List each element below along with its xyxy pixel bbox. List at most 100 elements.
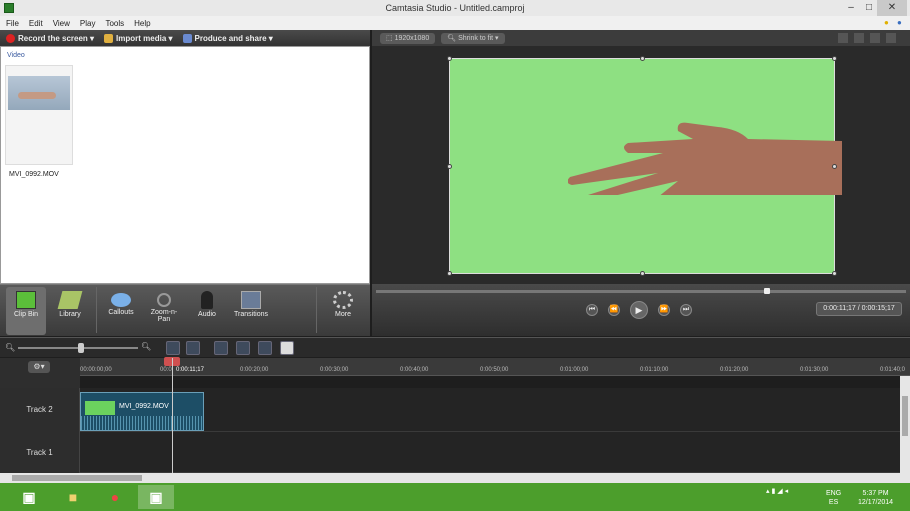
video-canvas[interactable] bbox=[447, 56, 842, 276]
zoom-slider[interactable] bbox=[18, 343, 138, 353]
tool-tabs: Clip Bin Library Callouts Zoom-n-Pan Aud… bbox=[0, 284, 370, 336]
magnifier-icon: 🔍︎ bbox=[447, 34, 459, 42]
gear-icon[interactable]: ⚙▾ bbox=[28, 361, 50, 373]
player-controls: ⏮ ⏪ ▶ ⏩ ⏭ 0:00:11;17 / 0:00:15;17 bbox=[372, 284, 910, 336]
playhead-line[interactable] bbox=[172, 358, 173, 473]
resize-handle[interactable] bbox=[447, 271, 452, 276]
crop-icon[interactable] bbox=[870, 33, 880, 43]
tab-library[interactable]: Library bbox=[52, 287, 88, 335]
track-1-label[interactable]: Track 1 bbox=[0, 432, 80, 473]
detach-icon[interactable] bbox=[838, 33, 848, 43]
vertical-scrollbar-thumb[interactable] bbox=[902, 396, 908, 436]
split-button[interactable] bbox=[236, 341, 250, 355]
resize-handle[interactable] bbox=[640, 271, 645, 276]
tab-divider bbox=[316, 287, 317, 333]
scrubber-thumb[interactable] bbox=[764, 288, 770, 294]
menu-help[interactable]: Help bbox=[134, 19, 150, 28]
rewind-button[interactable]: ⏪ bbox=[608, 304, 620, 316]
horizontal-scrollbar-thumb[interactable] bbox=[12, 475, 142, 481]
tab-audio[interactable]: Audio bbox=[190, 287, 224, 335]
menu-tools[interactable]: Tools bbox=[105, 19, 124, 28]
ruler-tick: 00:0 bbox=[160, 367, 172, 373]
tab-zoom-n-pan[interactable]: Zoom-n-Pan bbox=[146, 287, 182, 335]
tab-callouts[interactable]: Callouts bbox=[102, 287, 140, 335]
menu-bar: File Edit View Play Tools Help ● ● bbox=[0, 16, 910, 30]
windows-taskbar: ▣ ■ ● ▣ ▴ ▮ ◢ ◂ ENG ES 5:37 PM 12/17/201… bbox=[0, 483, 910, 511]
fullscreen-icon[interactable] bbox=[854, 33, 864, 43]
tab-clip-bin[interactable]: Clip Bin bbox=[6, 287, 46, 335]
record-screen-button[interactable]: Record the screen ▾ bbox=[6, 33, 94, 43]
resize-handle[interactable] bbox=[640, 56, 645, 61]
preview-scrubber[interactable] bbox=[376, 288, 906, 294]
ruler-tick: 0:01:30;00 bbox=[800, 367, 829, 373]
system-tray-icons[interactable]: ▴ ▮ ◢ ◂ bbox=[766, 487, 788, 495]
fast-forward-button[interactable]: ⏩ bbox=[658, 304, 670, 316]
preview-toolbar: ⬚ 1920x1080 🔍︎ Shrink to fit ▾ bbox=[372, 30, 910, 46]
language-indicator[interactable]: ENG ES bbox=[826, 489, 841, 507]
ruler-tick: 0:00:20;00 bbox=[240, 367, 269, 373]
horizontal-scrollbar[interactable] bbox=[0, 473, 910, 483]
copy-button[interactable] bbox=[258, 341, 272, 355]
ruler-tick: 0:00:50;00 bbox=[480, 367, 509, 373]
tab-divider bbox=[96, 287, 97, 333]
menu-file[interactable]: File bbox=[6, 19, 19, 28]
camtasia-studio-taskbar-icon[interactable]: ▣ bbox=[138, 485, 174, 509]
hand-image bbox=[568, 122, 842, 195]
ruler-tick: 0:01:10;00 bbox=[640, 367, 669, 373]
hand-thumbnail-shape bbox=[18, 92, 56, 99]
camtasia-window: Camtasia Studio - Untitled.camproj – □ ✕… bbox=[0, 0, 910, 511]
skip-forward-button[interactable]: ⏭ bbox=[680, 304, 692, 316]
skip-back-button[interactable]: ⏮ bbox=[586, 304, 598, 316]
zoom-slider-thumb[interactable] bbox=[78, 343, 84, 353]
ruler-tick: 0:00:30;00 bbox=[320, 367, 349, 373]
tab-transitions[interactable]: Transitions bbox=[228, 287, 274, 335]
resize-handle[interactable] bbox=[832, 56, 837, 61]
camtasia-recorder-taskbar-icon[interactable]: ▣ bbox=[16, 485, 42, 509]
timeline-toolbar: 🔍︎ 🔍︎ bbox=[0, 337, 910, 357]
import-media-button[interactable]: Import media ▾ bbox=[104, 33, 173, 43]
chrome-icon[interactable]: ● bbox=[102, 485, 128, 509]
track-2-label[interactable]: Track 2 bbox=[0, 388, 80, 432]
timeline-ruler[interactable]: 00:00:00;00 00:0 0:00:11;17 0:00:20;00 0… bbox=[80, 358, 910, 376]
playhead-time: 0:00:11;17 bbox=[176, 367, 204, 373]
close-button[interactable]: ✕ bbox=[877, 0, 907, 16]
resize-handle[interactable] bbox=[447, 164, 452, 169]
file-explorer-icon[interactable]: ■ bbox=[60, 485, 86, 509]
audio-waveform bbox=[81, 416, 203, 430]
film-icon bbox=[16, 291, 36, 309]
help-icon[interactable]: ● bbox=[897, 18, 902, 27]
menu-view[interactable]: View bbox=[53, 19, 70, 28]
redo-button[interactable] bbox=[186, 341, 200, 355]
magnifier-icon bbox=[157, 293, 171, 307]
library-icon bbox=[57, 291, 83, 309]
record-icon bbox=[6, 33, 15, 43]
zoom-in-icon[interactable]: 🔍︎ bbox=[141, 342, 151, 351]
tab-more[interactable]: More bbox=[324, 287, 362, 335]
resolution-dropdown[interactable]: ⬚ 1920x1080 bbox=[380, 32, 436, 44]
track-1-row: Track 1 bbox=[0, 432, 900, 473]
zoom-out-icon[interactable]: 🔍︎ bbox=[5, 343, 15, 352]
taskbar-clock[interactable]: 5:37 PM 12/17/2014 bbox=[858, 489, 893, 507]
clip-item[interactable] bbox=[5, 65, 73, 165]
resize-handle[interactable] bbox=[447, 56, 452, 61]
clip-thumbnail bbox=[8, 76, 70, 110]
zoom-dropdown[interactable]: 🔍︎ Shrink to fit ▾ bbox=[441, 32, 505, 44]
play-button[interactable]: ▶ bbox=[630, 301, 648, 319]
produce-share-button[interactable]: Produce and share ▾ bbox=[182, 33, 273, 43]
menu-edit[interactable]: Edit bbox=[29, 19, 43, 28]
menu-play[interactable]: Play bbox=[80, 19, 96, 28]
undo-button[interactable] bbox=[166, 341, 180, 355]
lightbulb-icon[interactable]: ● bbox=[884, 18, 889, 27]
ruler-tick: 0:01:20;00 bbox=[720, 367, 749, 373]
timeline-clip[interactable]: MVI_0992.MOV bbox=[80, 392, 204, 431]
resize-handle[interactable] bbox=[832, 164, 837, 169]
clip-mini-thumbnail bbox=[85, 401, 115, 415]
cut-button[interactable] bbox=[214, 341, 228, 355]
pan-icon[interactable] bbox=[886, 33, 896, 43]
resolution-icon: ⬚ bbox=[386, 34, 395, 42]
paste-button[interactable] bbox=[280, 341, 294, 355]
folder-icon bbox=[104, 33, 114, 43]
vertical-scrollbar[interactable] bbox=[900, 376, 910, 473]
resize-handle[interactable] bbox=[832, 271, 837, 276]
clip-bin-panel: Video MVI_0992.MOV bbox=[0, 46, 370, 284]
